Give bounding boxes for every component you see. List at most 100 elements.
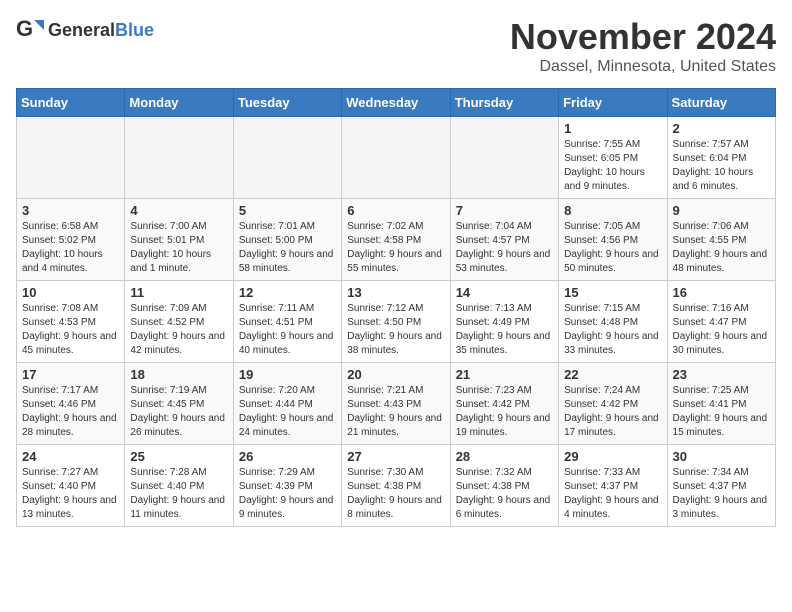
header-cell-saturday: Saturday <box>667 89 775 117</box>
day-number: 1 <box>564 121 661 136</box>
day-cell: 15 Sunrise: 7:15 AM Sunset: 4:48 PM Dayli… <box>559 281 667 363</box>
day-info: Sunrise: 7:27 AM Sunset: 4:40 PM Dayligh… <box>22 466 119 522</box>
day-cell: 5 Sunrise: 7:01 AM Sunset: 5:00 PM Daylig… <box>233 199 341 281</box>
day-info: Sunrise: 7:05 AM Sunset: 4:56 PM Dayligh… <box>564 220 661 276</box>
day-cell: 13 Sunrise: 7:12 AM Sunset: 4:50 PM Dayli… <box>342 281 450 363</box>
header-row: SundayMondayTuesdayWednesdayThursdayFrid… <box>17 89 776 117</box>
day-number: 15 <box>564 285 661 300</box>
header-cell-sunday: Sunday <box>17 89 125 117</box>
header-cell-friday: Friday <box>559 89 667 117</box>
day-cell: 12Sunrise: 7:11 AM Sunset: 4:51 PM Dayli… <box>233 281 341 363</box>
day-info: Sunrise: 7:17 AM Sunset: 4:46 PM Dayligh… <box>22 384 119 440</box>
day-cell: 17Sunrise: 7:17 AM Sunset: 4:46 PM Dayli… <box>17 363 125 445</box>
day-cell: 8Sunrise: 7:05 AM Sunset: 4:56 PM Daylig… <box>559 199 667 281</box>
day-number: 30 <box>673 449 770 464</box>
day-number: 10 <box>22 285 119 300</box>
day-number: 27 <box>347 449 444 464</box>
day-info: Sunrise: 7:19 AM Sunset: 4:45 PM Dayligh… <box>130 384 227 440</box>
day-number: 28 <box>456 449 553 464</box>
day-info: Sunrise: 7:20 AM Sunset: 4:44 PM Dayligh… <box>239 384 336 440</box>
day-info: Sunrise: 6:58 AM Sunset: 5:02 PM Dayligh… <box>22 220 119 276</box>
logo: G GeneralBlue <box>16 16 154 44</box>
day-cell <box>342 117 450 199</box>
week-row-4: 24Sunrise: 7:27 AM Sunset: 4:40 PM Dayli… <box>17 445 776 527</box>
day-info: Sunrise: 7:24 AM Sunset: 4:42 PM Dayligh… <box>564 384 661 440</box>
day-info: Sunrise: 7:16 AM Sunset: 4:47 PM Dayligh… <box>673 302 770 358</box>
day-number: 2 <box>673 121 770 136</box>
day-cell: 26 Sunrise: 7:29 AM Sunset: 4:39 PM Dayli… <box>233 445 341 527</box>
location-title: Dassel, Minnesota, United States <box>510 58 776 76</box>
day-cell: 27Sunrise: 7:30 AM Sunset: 4:38 PM Dayli… <box>342 445 450 527</box>
week-row-2: 10 Sunrise: 7:08 AM Sunset: 4:53 PM Dayli… <box>17 281 776 363</box>
day-number: 26 <box>239 449 336 464</box>
day-number: 22 <box>564 367 661 382</box>
day-info: Sunrise: 7:00 AM Sunset: 5:01 PM Dayligh… <box>130 220 227 276</box>
day-number: 20 <box>347 367 444 382</box>
title-area: November 2024 Dassel, Minnesota, United … <box>510 16 776 76</box>
logo-text-general: General <box>48 20 115 40</box>
logo-icon: G <box>16 16 44 44</box>
day-info: Sunrise: 7:25 AM Sunset: 4:41 PM Dayligh… <box>673 384 770 440</box>
day-cell: 30 Sunrise: 7:34 AM Sunset: 4:37 PM Dayli… <box>667 445 775 527</box>
day-info: Sunrise: 7:12 AM Sunset: 4:50 PM Dayligh… <box>347 302 444 358</box>
day-number: 12 <box>239 285 336 300</box>
day-info: Sunrise: 7:21 AM Sunset: 4:43 PM Dayligh… <box>347 384 444 440</box>
day-cell: 29Sunrise: 7:33 AM Sunset: 4:37 PM Dayli… <box>559 445 667 527</box>
day-info: Sunrise: 7:28 AM Sunset: 4:40 PM Dayligh… <box>130 466 227 522</box>
day-cell: 21Sunrise: 7:23 AM Sunset: 4:42 PM Dayli… <box>450 363 558 445</box>
day-cell <box>125 117 233 199</box>
day-cell: 2Sunrise: 7:57 AM Sunset: 6:04 PM Daylig… <box>667 117 775 199</box>
header-cell-wednesday: Wednesday <box>342 89 450 117</box>
day-cell: 25 Sunrise: 7:28 AM Sunset: 4:40 PM Dayli… <box>125 445 233 527</box>
day-number: 19 <box>239 367 336 382</box>
calendar-table: SundayMondayTuesdayWednesdayThursdayFrid… <box>16 88 776 527</box>
header: G GeneralBlue November 2024 Dassel, Minn… <box>16 16 776 76</box>
day-cell: 4 Sunrise: 7:00 AM Sunset: 5:01 PM Daylig… <box>125 199 233 281</box>
day-cell: 28 Sunrise: 7:32 AM Sunset: 4:38 PM Dayli… <box>450 445 558 527</box>
day-number: 6 <box>347 203 444 218</box>
day-cell: 19 Sunrise: 7:20 AM Sunset: 4:44 PM Dayli… <box>233 363 341 445</box>
header-cell-thursday: Thursday <box>450 89 558 117</box>
day-info: Sunrise: 7:29 AM Sunset: 4:39 PM Dayligh… <box>239 466 336 522</box>
day-number: 21 <box>456 367 553 382</box>
header-cell-tuesday: Tuesday <box>233 89 341 117</box>
day-info: Sunrise: 7:01 AM Sunset: 5:00 PM Dayligh… <box>239 220 336 276</box>
day-cell: 18 Sunrise: 7:19 AM Sunset: 4:45 PM Dayli… <box>125 363 233 445</box>
day-info: Sunrise: 7:09 AM Sunset: 4:52 PM Dayligh… <box>130 302 227 358</box>
day-cell: 22 Sunrise: 7:24 AM Sunset: 4:42 PM Dayli… <box>559 363 667 445</box>
calendar-header: SundayMondayTuesdayWednesdayThursdayFrid… <box>17 89 776 117</box>
week-row-0: 1 Sunrise: 7:55 AM Sunset: 6:05 PM Daylig… <box>17 117 776 199</box>
day-cell: 16 Sunrise: 7:16 AM Sunset: 4:47 PM Dayli… <box>667 281 775 363</box>
day-number: 14 <box>456 285 553 300</box>
day-cell <box>450 117 558 199</box>
day-cell <box>233 117 341 199</box>
day-cell: 24Sunrise: 7:27 AM Sunset: 4:40 PM Dayli… <box>17 445 125 527</box>
day-info: Sunrise: 7:13 AM Sunset: 4:49 PM Dayligh… <box>456 302 553 358</box>
day-number: 23 <box>673 367 770 382</box>
day-cell: 11Sunrise: 7:09 AM Sunset: 4:52 PM Dayli… <box>125 281 233 363</box>
day-info: Sunrise: 7:02 AM Sunset: 4:58 PM Dayligh… <box>347 220 444 276</box>
day-number: 18 <box>130 367 227 382</box>
svg-text:G: G <box>16 16 33 41</box>
day-number: 16 <box>673 285 770 300</box>
day-number: 5 <box>239 203 336 218</box>
day-number: 9 <box>673 203 770 218</box>
day-cell: 3 Sunrise: 6:58 AM Sunset: 5:02 PM Daylig… <box>17 199 125 281</box>
day-cell: 9Sunrise: 7:06 AM Sunset: 4:55 PM Daylig… <box>667 199 775 281</box>
day-cell: 7Sunrise: 7:04 AM Sunset: 4:57 PM Daylig… <box>450 199 558 281</box>
day-number: 3 <box>22 203 119 218</box>
week-row-1: 3 Sunrise: 6:58 AM Sunset: 5:02 PM Daylig… <box>17 199 776 281</box>
day-cell: 20 Sunrise: 7:21 AM Sunset: 4:43 PM Dayli… <box>342 363 450 445</box>
day-cell: 10 Sunrise: 7:08 AM Sunset: 4:53 PM Dayli… <box>17 281 125 363</box>
day-number: 29 <box>564 449 661 464</box>
day-number: 4 <box>130 203 227 218</box>
day-number: 13 <box>347 285 444 300</box>
calendar-body: 1 Sunrise: 7:55 AM Sunset: 6:05 PM Daylig… <box>17 117 776 527</box>
week-row-3: 17Sunrise: 7:17 AM Sunset: 4:46 PM Dayli… <box>17 363 776 445</box>
day-info: Sunrise: 7:15 AM Sunset: 4:48 PM Dayligh… <box>564 302 661 358</box>
day-info: Sunrise: 7:08 AM Sunset: 4:53 PM Dayligh… <box>22 302 119 358</box>
day-info: Sunrise: 7:32 AM Sunset: 4:38 PM Dayligh… <box>456 466 553 522</box>
day-number: 25 <box>130 449 227 464</box>
day-info: Sunrise: 7:34 AM Sunset: 4:37 PM Dayligh… <box>673 466 770 522</box>
day-info: Sunrise: 7:55 AM Sunset: 6:05 PM Dayligh… <box>564 138 661 194</box>
